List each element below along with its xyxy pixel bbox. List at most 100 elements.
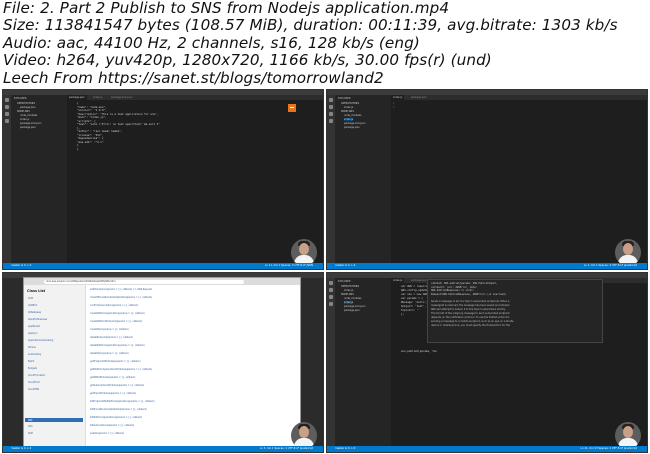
status-branch[interactable]: master ⊗ 0 ⚠ 0 xyxy=(335,447,355,450)
explorer-item[interactable]: package-lock.json xyxy=(344,305,365,308)
class-link[interactable]: SQS xyxy=(28,425,33,428)
doc-line: SNS will attempt to deliver it to the to… xyxy=(431,308,506,311)
search-icon[interactable] xyxy=(329,288,333,292)
method-link[interactable]: deleteTopic(params = {}, callback) xyxy=(90,352,129,355)
method-link[interactable]: listSubscriptions(params = {}, callback) xyxy=(90,424,134,427)
browser-window[interactable]: docs.aws.amazon.com/AWSJavaScriptSDK/lat… xyxy=(23,277,301,447)
status-bar: master ⊗ 0 ⚠ 0 Ln 11, Col 1 Spaces: 2 UT… xyxy=(3,263,323,269)
explorer-item[interactable]: OPEN EDITORS xyxy=(341,285,359,288)
class-link[interactable]: ACMPCA xyxy=(28,304,37,307)
docs-class-list: Class List ACM ACMPCA APIGateway AlexaFo… xyxy=(24,285,86,446)
thumbnail-3[interactable]: docs.aws.amazon.com/AWSJavaScriptSDK/lat… xyxy=(2,272,324,453)
method-link[interactable]: deletePlatformApplication(params = {}, c… xyxy=(90,344,145,347)
class-link[interactable]: ACM xyxy=(28,297,33,300)
doc-line: Sends a message to all of a topic's subs… xyxy=(431,300,510,303)
intellisense-tooltip: (method) SNS.publish(params: SNS.Publish… xyxy=(427,279,603,343)
method-link[interactable]: getEndpointAttributes(params = {}, callb… xyxy=(90,360,140,363)
code-editor[interactable]: { "name": "node-sns", "version": "1.0.0"… xyxy=(67,100,323,263)
class-link[interactable]: Athena xyxy=(28,346,36,349)
method-link[interactable]: confirmSubscription(params = {}, callbac… xyxy=(90,304,138,307)
class-link[interactable]: Batch xyxy=(28,360,34,363)
class-link[interactable]: AppSync xyxy=(28,332,38,335)
source-control-icon[interactable] xyxy=(5,112,9,116)
file-line: File: 2. Part 2 Publish to SNS from Node… xyxy=(3,0,450,17)
explorer-item[interactable]: NODE-SNS xyxy=(341,293,354,296)
files-icon[interactable] xyxy=(329,281,333,285)
debug-icon[interactable] xyxy=(329,119,333,123)
class-link[interactable]: ApplicationAutoScaling xyxy=(28,339,53,342)
explorer-item[interactable]: node_modules xyxy=(344,297,361,300)
code-line: var params = { xyxy=(401,297,423,300)
class-link[interactable]: Budgets xyxy=(28,367,37,370)
explorer-item[interactable]: NODE-SNS xyxy=(341,110,354,113)
explorer-item[interactable]: index.js xyxy=(20,118,29,121)
explorer-item[interactable]: package-lock.json xyxy=(344,122,365,125)
method-link[interactable]: checkIfPhoneNumberIsOptedOut(params = {}… xyxy=(90,296,152,299)
class-link[interactable]: AppStream xyxy=(28,325,40,328)
explorer-item[interactable]: package.json xyxy=(344,126,360,129)
class-link[interactable]: CloudFront xyxy=(28,381,40,384)
source-control-icon[interactable] xyxy=(329,112,333,116)
thumbnail-1[interactable]: EXPLORER OPEN EDITORS package.json NODE-… xyxy=(2,89,324,270)
explorer-item[interactable]: package-lock.json xyxy=(20,122,41,125)
method-link[interactable]: publish(params = {}, callback) xyxy=(90,432,124,435)
method-link[interactable]: listPhoneNumbersOptedOut(params = {}, ca… xyxy=(90,408,147,411)
method-link[interactable]: createPlatformEndpoint(params = {}, call… xyxy=(90,320,142,323)
code-editor[interactable]: 1 2 xyxy=(391,100,647,263)
explorer-item[interactable]: package.json xyxy=(20,126,36,129)
debug-icon[interactable] xyxy=(5,119,9,123)
status-info[interactable]: Ln 11, Col 1 Spaces: 2 UTF-8 LF JSON xyxy=(265,264,313,267)
status-branch[interactable]: master ⊗ 0 ⚠ 0 xyxy=(335,264,355,267)
orange-action-icon[interactable] xyxy=(288,104,296,112)
source-control-icon[interactable] xyxy=(329,295,333,299)
explorer-item[interactable]: index.js xyxy=(344,289,353,292)
thumbnail-2[interactable]: EXPLORER OPEN EDITORS index.js NODE-SNS … xyxy=(326,89,648,270)
status-info[interactable]: Ln 1, Col 1 Spaces: 4 UTF-8 LF JavaScrip… xyxy=(584,264,637,267)
files-icon[interactable] xyxy=(329,98,333,102)
doc-line: The format of the outgoing message to ea… xyxy=(431,312,510,315)
method-link[interactable]: deleteEndpoint(params = {}, callback) xyxy=(90,336,133,339)
class-link[interactable]: APIGateway xyxy=(28,311,41,314)
explorer-item[interactable]: node_modules xyxy=(344,114,361,117)
status-info[interactable]: Ln 3, Col 1 Spaces: 4 UTF-8 LF JavaScrip… xyxy=(260,447,313,450)
explorer-item-selected[interactable]: index.js xyxy=(344,118,354,121)
method-link[interactable]: createTopic(params = {}, callback) xyxy=(90,328,129,331)
method-link[interactable]: addPermission(params = {}, callback) => … xyxy=(90,288,152,291)
explorer-item[interactable]: OPEN EDITORS xyxy=(17,102,35,105)
search-icon[interactable] xyxy=(5,105,9,109)
method-link[interactable]: getTopicAttributes(params = {}, callback… xyxy=(90,392,136,395)
class-link-selected[interactable]: SNS xyxy=(28,419,32,422)
code-line: } xyxy=(77,147,79,151)
explorer-item-selected[interactable]: index.js xyxy=(344,301,354,304)
method-link[interactable]: createPlatformApplication(params = {}, c… xyxy=(90,312,145,315)
class-link[interactable]: AlexaForBusiness xyxy=(28,318,47,321)
method-link[interactable]: listEndpointsByPlatformApplication(param… xyxy=(90,400,155,403)
class-link[interactable]: CloudFormation xyxy=(28,374,45,377)
method-link[interactable]: getPlatformApplicationAttributes(params … xyxy=(90,368,152,371)
address-bar[interactable]: docs.aws.amazon.com/AWSJavaScriptSDK/lat… xyxy=(44,279,244,284)
method-link[interactable]: getSMSAttributes(params = {}, callback) xyxy=(90,376,135,379)
explorer-item[interactable]: package.json xyxy=(344,309,360,312)
method-link[interactable]: getSubscriptionAttributes(params = {}, c… xyxy=(90,384,144,387)
search-icon[interactable] xyxy=(329,105,333,109)
files-icon[interactable] xyxy=(5,98,9,102)
class-link[interactable]: CloudHSM xyxy=(28,388,39,391)
class-list-selected xyxy=(25,418,83,422)
code-line: Subject: 'test', xyxy=(401,305,426,308)
explorer-item[interactable]: node_modules xyxy=(20,114,37,117)
status-branch[interactable]: master ⊗ 0 ⚠ 0 xyxy=(11,264,31,267)
explorer-item[interactable]: NODE-SNS xyxy=(17,110,30,113)
code-line: Message: 'hello', xyxy=(401,301,428,304)
status-branch[interactable]: master ⊗ 0 ⚠ 0 xyxy=(11,447,31,450)
method-link[interactable]: listPlatformApplications(params = {}, ca… xyxy=(90,416,142,419)
doc-line: depends on the notification protocol. To… xyxy=(431,316,510,319)
explorer-item[interactable]: package.json xyxy=(20,106,36,109)
status-info[interactable]: Ln 11, Col 13 Spaces: 4 UTF-8 LF JavaScr… xyxy=(580,447,637,450)
thumbnail-4[interactable]: EXPLORER OPEN EDITORS index.js NODE-SNS … xyxy=(326,272,648,453)
explorer-item[interactable]: OPEN EDITORS xyxy=(341,102,359,105)
class-link[interactable]: AutoScaling xyxy=(28,353,41,356)
debug-icon[interactable] xyxy=(329,302,333,306)
class-link[interactable]: SSM xyxy=(28,432,33,435)
explorer-item[interactable]: index.js xyxy=(344,106,353,109)
presenter-webcam xyxy=(615,422,641,449)
